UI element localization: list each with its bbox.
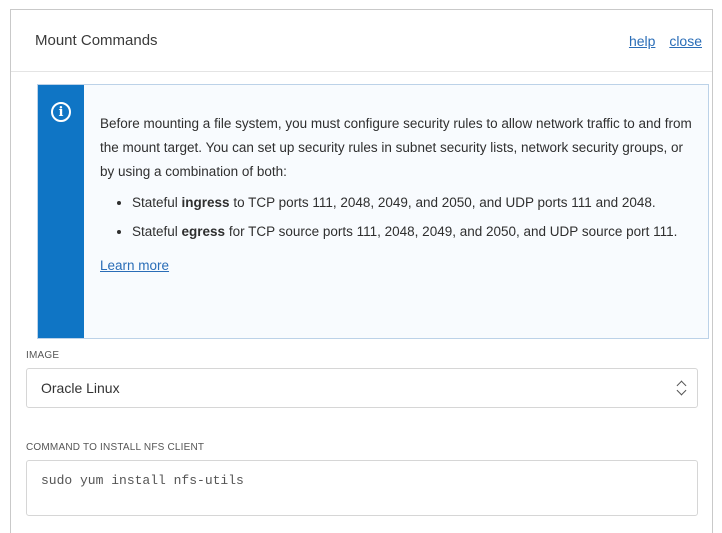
security-rules-notice: i Before mounting a file system, you mus… xyxy=(37,84,709,339)
notice-bullet-egress: Stateful egress for TCP source ports 111… xyxy=(132,221,698,243)
bullet-keyword: ingress xyxy=(181,195,230,210)
install-command-field[interactable]: sudo yum install nfs-utils xyxy=(26,460,698,516)
notice-accent-bar: i xyxy=(38,85,84,338)
notice-bullet-ingress: Stateful ingress to TCP ports 111, 2048,… xyxy=(132,192,698,214)
help-link[interactable]: help xyxy=(629,33,655,49)
mount-commands-dialog: Mount Commands help close i Before mount… xyxy=(10,9,713,533)
bullet-prefix: Stateful xyxy=(132,195,182,210)
notice-body: Before mounting a file system, you must … xyxy=(84,85,708,338)
chevron-up-down-icon xyxy=(677,380,687,396)
image-select-value: Oracle Linux xyxy=(41,380,120,396)
dialog-title: Mount Commands xyxy=(35,32,158,49)
bullet-keyword: egress xyxy=(181,224,226,239)
image-select[interactable]: Oracle Linux xyxy=(26,368,698,408)
notice-intro: Before mounting a file system, you must … xyxy=(100,116,692,179)
info-icon: i xyxy=(51,102,71,122)
header-links: help close xyxy=(619,33,702,49)
bullet-text: to TCP ports 111, 2048, 2049, and 2050, … xyxy=(229,195,656,210)
learn-more-link[interactable]: Learn more xyxy=(100,254,169,278)
notice-bullet-list: Stateful ingress to TCP ports 111, 2048,… xyxy=(100,192,698,243)
bullet-prefix: Stateful xyxy=(132,224,182,239)
image-field-label: IMAGE xyxy=(26,350,60,361)
dialog-header: Mount Commands help close xyxy=(11,10,712,72)
close-link[interactable]: close xyxy=(669,33,702,49)
install-command-label: COMMAND TO INSTALL NFS CLIENT xyxy=(26,442,205,453)
bullet-text: for TCP source ports 111, 2048, 2049, an… xyxy=(225,224,678,239)
